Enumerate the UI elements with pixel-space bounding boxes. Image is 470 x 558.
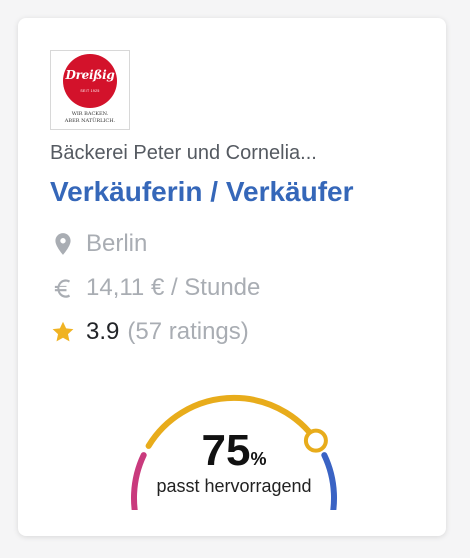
star-icon — [52, 321, 74, 342]
salary-row: 14,11 € / Stunde — [50, 274, 260, 302]
company-name: Bäckerei Peter und Cornelia... — [50, 142, 317, 164]
logo-emblem: Dreißig SEIT 1925 — [63, 54, 117, 108]
logo-brand-text: Dreißig — [65, 68, 115, 82]
job-title-link[interactable]: Verkäuferin / Verkäufer — [50, 176, 354, 208]
map-pin-icon — [55, 233, 71, 255]
rating-value: 3.9 — [86, 318, 120, 345]
match-label: passt hervorragend — [156, 476, 312, 496]
logo-since-text: SEIT 1925 — [80, 89, 100, 93]
euro-icon — [54, 279, 71, 298]
rating-row[interactable]: 3.9 (57 ratings) — [50, 318, 249, 346]
match-percent-sign: % — [250, 449, 267, 469]
match-percent: 75% — [114, 426, 354, 476]
match-gauge: 75% passt hervorragend — [114, 380, 354, 536]
job-card[interactable]: Dreißig SEIT 1925 WIR BACKEN. ABER NATÜR… — [18, 18, 446, 536]
company-logo: Dreißig SEIT 1925 WIR BACKEN. ABER NATÜR… — [50, 50, 130, 130]
logo-tagline-line2: ABER NATÜRLICH. — [64, 118, 116, 124]
rating-count: (57 ratings) — [127, 318, 249, 345]
match-percent-number: 75 — [201, 426, 251, 475]
logo-tagline: WIR BACKEN. ABER NATÜRLICH. — [51, 111, 129, 125]
salary-text: 14,11 € / Stunde — [86, 274, 261, 301]
location-text: Berlin — [86, 230, 148, 257]
location-row: Berlin — [50, 230, 147, 258]
logo-tagline-line1: WIR BACKEN. — [71, 111, 109, 117]
